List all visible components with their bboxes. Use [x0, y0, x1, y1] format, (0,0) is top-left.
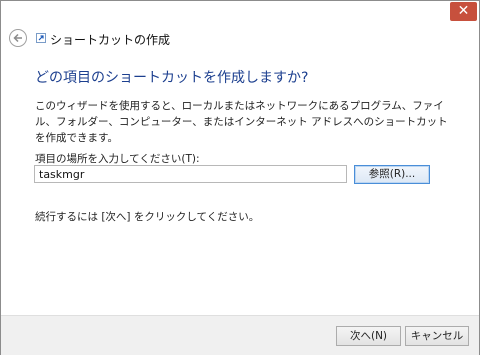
cancel-button[interactable]: キャンセル	[405, 326, 469, 346]
close-icon: ✕	[457, 3, 470, 19]
title-bar: ✕	[1, 1, 479, 22]
next-button[interactable]: 次へ(N)	[336, 326, 401, 346]
continue-hint: 続行するには [次へ] をクリックしてください。	[35, 211, 260, 223]
back-button[interactable]	[9, 29, 27, 47]
create-shortcut-window: ✕ ショートカットの作成 どの項目のショートカットを作成しますか? このウィザー…	[0, 0, 480, 355]
browse-button[interactable]: 参照(R)...	[354, 165, 430, 184]
shortcut-icon	[36, 33, 46, 43]
description-text: このウィザードを使用すると、ローカルまたはネットワークにあるプログラム、ファイル…	[35, 100, 448, 144]
close-button[interactable]: ✕	[450, 2, 477, 21]
location-input[interactable]	[34, 165, 347, 183]
back-arrow-icon	[13, 33, 22, 43]
location-field-label: 項目の場所を入力してください(T):	[35, 153, 200, 165]
footer-bar: 次へ(N) キャンセル	[1, 315, 479, 355]
wizard-title: ショートカットの作成	[50, 33, 171, 47]
page-heading: どの項目のショートカットを作成しますか?	[35, 70, 309, 86]
